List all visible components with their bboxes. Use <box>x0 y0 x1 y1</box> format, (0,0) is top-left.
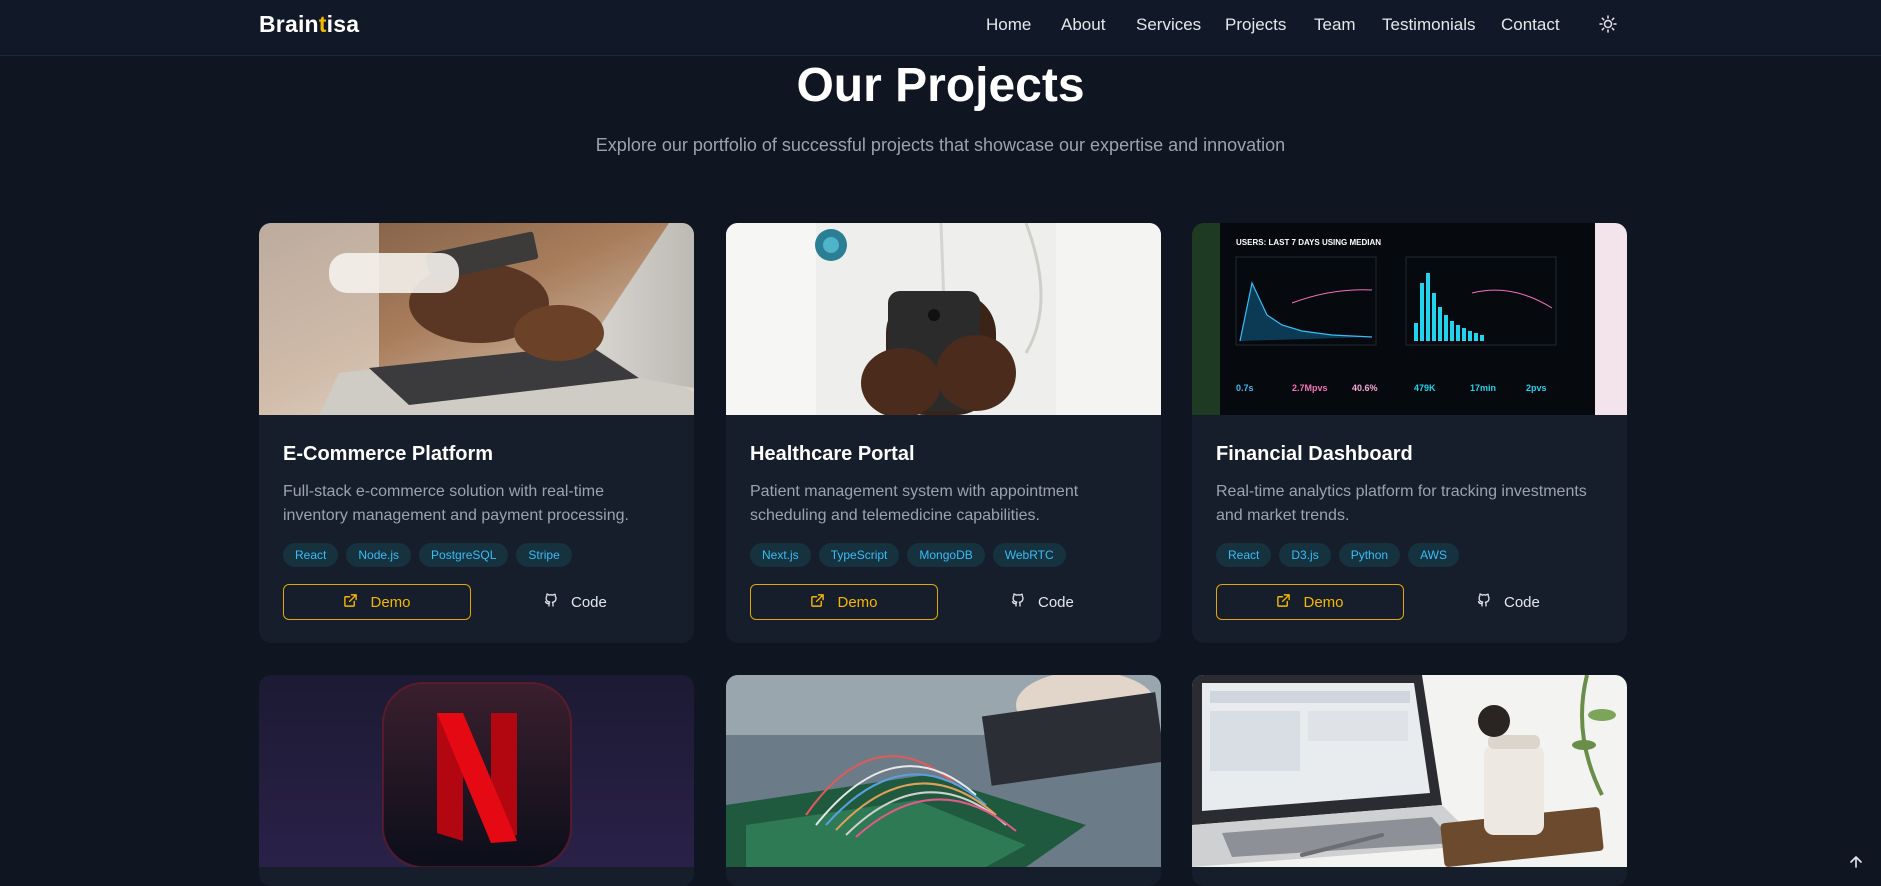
code-label: Code <box>571 593 607 611</box>
github-icon <box>543 592 559 612</box>
project-image-healthcare <box>726 223 1161 415</box>
project-card-ecommerce: E-Commerce Platform Full-stack e-commerc… <box>259 223 694 643</box>
project-image-workspace <box>1192 675 1627 867</box>
project-title: Healthcare Portal <box>750 443 915 465</box>
demo-label: Demo <box>837 593 878 611</box>
demo-label: Demo <box>1303 593 1344 611</box>
tag: TypeScript <box>818 543 900 567</box>
tag: React <box>1216 543 1272 567</box>
dashboard-heading: USERS: LAST 7 DAYS USING MEDIAN <box>1236 238 1381 247</box>
demo-button[interactable]: Demo <box>1216 584 1404 620</box>
section-subtitle: Explore our portfolio of successful proj… <box>595 135 1286 155</box>
external-link-icon <box>343 593 358 612</box>
project-image-financial: USERS: LAST 7 DAYS USING MEDIAN 0.7s 2.7… <box>1192 223 1627 415</box>
project-title: E-Commerce Platform <box>283 443 494 465</box>
nav-link-services[interactable]: Services <box>1136 15 1201 35</box>
project-tags: Next.js TypeScript MongoDB WebRTC <box>750 543 1074 567</box>
tag: Stripe <box>516 543 572 567</box>
external-link-icon <box>810 593 825 612</box>
demo-label: Demo <box>370 593 411 611</box>
code-button[interactable]: Code <box>1010 584 1100 620</box>
metric-value: 2pvs <box>1526 383 1547 393</box>
demo-button[interactable]: Demo <box>283 584 471 620</box>
metric-value: 479K <box>1414 383 1436 393</box>
tag: AWS <box>1408 543 1459 567</box>
project-image-iot <box>726 675 1161 867</box>
project-description: Real-time analytics platform for trackin… <box>1216 483 1587 524</box>
demo-button[interactable]: Demo <box>750 584 938 620</box>
nav-link-team[interactable]: Team <box>1314 15 1356 35</box>
metric-value: 40.6% <box>1352 383 1378 393</box>
metric-value: 17min <box>1470 383 1496 393</box>
tag: MongoDB <box>907 543 985 567</box>
nav-link-home[interactable]: Home <box>986 15 1031 35</box>
project-card-iot <box>726 675 1161 886</box>
project-card-streaming <box>259 675 694 886</box>
project-card-healthcare: Healthcare Portal Patient management sys… <box>726 223 1161 643</box>
code-button[interactable]: Code <box>1476 584 1566 620</box>
project-description: Patient management system with appointme… <box>750 483 1079 524</box>
tag: D3.js <box>1279 543 1331 567</box>
metric-value: 0.7s <box>1236 383 1254 393</box>
tag: Next.js <box>750 543 811 567</box>
project-image-streaming <box>259 675 694 867</box>
code-label: Code <box>1038 593 1074 611</box>
project-image-ecommerce <box>259 223 694 415</box>
metric-value: 2.7Mpvs <box>1292 383 1328 393</box>
github-icon <box>1010 592 1026 612</box>
code-label: Code <box>1504 593 1540 611</box>
project-tags: React Node.js PostgreSQL Stripe <box>283 543 580 567</box>
section-title: Our Projects <box>796 59 1085 112</box>
tag: WebRTC <box>992 543 1066 567</box>
project-card-financial: USERS: LAST 7 DAYS USING MEDIAN 0.7s 2.7… <box>1192 223 1627 643</box>
sun-icon[interactable] <box>1598 14 1618 34</box>
project-title: Financial Dashboard <box>1216 443 1413 465</box>
navbar: Braintisa Home About Services Projects T… <box>0 0 1881 56</box>
tag: Python <box>1338 543 1401 567</box>
tag: Node.js <box>346 543 412 567</box>
nav-link-projects[interactable]: Projects <box>1225 15 1286 35</box>
nav-link-testimonials[interactable]: Testimonials <box>1382 15 1476 35</box>
nav-link-about[interactable]: About <box>1061 15 1105 35</box>
arrow-up-icon[interactable] <box>1846 852 1866 872</box>
external-link-icon <box>1276 593 1291 612</box>
project-description: Full-stack e-commerce solution with real… <box>283 483 629 524</box>
project-card-workspace <box>1192 675 1627 886</box>
tag: PostgreSQL <box>419 543 509 567</box>
project-tags: React D3.js Python AWS <box>1216 543 1467 567</box>
code-button[interactable]: Code <box>543 584 633 620</box>
tag: React <box>283 543 339 567</box>
github-icon <box>1476 592 1492 612</box>
nav-link-contact[interactable]: Contact <box>1501 15 1560 35</box>
